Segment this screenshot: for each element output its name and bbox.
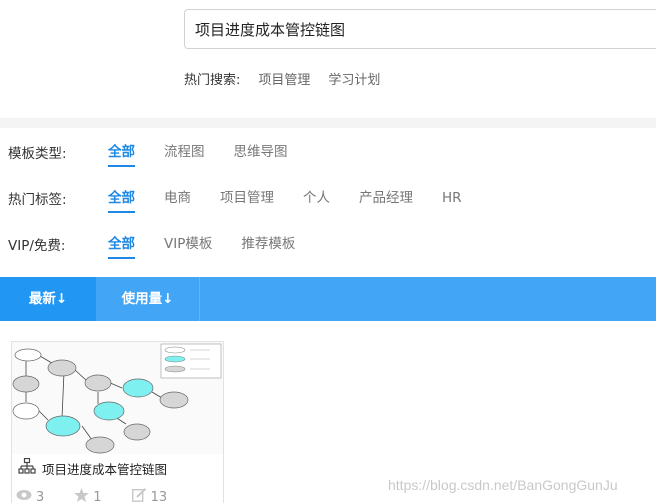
filter-vip: VIP/免费: 全部 VIP模板 推荐模板 bbox=[8, 233, 324, 259]
filter-template-type: 模板类型: 全部 流程图 思维导图 bbox=[8, 141, 317, 167]
filter-vip-all[interactable]: 全部 bbox=[108, 233, 135, 259]
filter-hot-tags: 热门标签: 全部 电商 项目管理 个人 产品经理 HR bbox=[8, 187, 491, 213]
flowchart-preview-image bbox=[12, 342, 223, 454]
filter-label-tags: 热门标签: bbox=[8, 192, 67, 208]
page: 热门搜索: 项目管理 学习计划 模板类型: 全部 流程图 思维导图 热门标签: … bbox=[0, 0, 656, 503]
sort-latest-button[interactable]: 最新↓ bbox=[0, 277, 96, 321]
edit-icon bbox=[131, 488, 147, 503]
card-stats: 3 1 13 bbox=[16, 488, 197, 503]
flowchart-icon bbox=[18, 457, 36, 478]
filter-type-all[interactable]: 全部 bbox=[108, 141, 135, 167]
stars-stat: 1 bbox=[74, 488, 102, 503]
template-card[interactable]: 项目进度成本管控链图 3 1 13 bbox=[11, 341, 224, 503]
views-count: 3 bbox=[36, 489, 45, 503]
filter-type-flowchart[interactable]: 流程图 bbox=[164, 141, 205, 163]
search-box[interactable] bbox=[184, 9, 656, 49]
views-stat: 3 bbox=[16, 489, 44, 503]
filter-label-vip: VIP/免费: bbox=[8, 238, 66, 254]
filter-label-type: 模板类型: bbox=[8, 146, 67, 162]
filter-type-mindmap[interactable]: 思维导图 bbox=[234, 141, 288, 163]
hot-search-link-project[interactable]: 项目管理 bbox=[258, 69, 310, 88]
filter-tag-personal[interactable]: 个人 bbox=[303, 187, 330, 209]
edits-stat: 13 bbox=[131, 488, 168, 503]
sort-bar: 最新↓ 使用量↓ bbox=[0, 277, 656, 321]
search-input[interactable] bbox=[195, 10, 635, 48]
filter-tag-ecommerce[interactable]: 电商 bbox=[164, 187, 191, 209]
filter-tag-project[interactable]: 项目管理 bbox=[220, 187, 274, 209]
hot-search-row: 热门搜索: 项目管理 学习计划 bbox=[184, 69, 380, 88]
hot-search-label: 热门搜索: bbox=[184, 72, 241, 88]
eye-icon bbox=[16, 489, 32, 503]
watermark-text: https://blog.csdn.net/BanGongGunJu bbox=[388, 477, 618, 493]
hot-search-link-study[interactable]: 学习计划 bbox=[328, 69, 380, 88]
filter-tag-hr[interactable]: HR bbox=[442, 187, 462, 209]
stars-count: 1 bbox=[93, 489, 102, 503]
card-title-row: 项目进度成本管控链图 bbox=[18, 457, 167, 478]
star-icon bbox=[74, 488, 90, 503]
filter-vip-recommended[interactable]: 推荐模板 bbox=[241, 233, 295, 255]
template-thumbnail[interactable] bbox=[12, 342, 223, 454]
filter-tag-all[interactable]: 全部 bbox=[108, 187, 135, 213]
filter-tag-pm[interactable]: 产品经理 bbox=[359, 187, 413, 209]
section-divider bbox=[0, 118, 656, 128]
sort-usage-button[interactable]: 使用量↓ bbox=[96, 277, 200, 321]
filter-vip-vip[interactable]: VIP模板 bbox=[164, 233, 212, 255]
edits-count: 13 bbox=[150, 489, 168, 503]
card-title[interactable]: 项目进度成本管控链图 bbox=[42, 459, 167, 478]
